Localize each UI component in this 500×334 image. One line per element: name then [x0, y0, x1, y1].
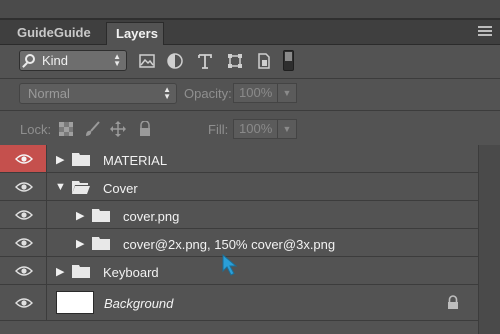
collapse-triangle-icon[interactable]: ▼	[55, 181, 66, 193]
eye-icon	[15, 209, 33, 220]
smart-object-filter-icon[interactable]	[255, 52, 273, 70]
layer-name: Cover	[103, 181, 138, 196]
select-arrows-icon: ▲ ▼	[163, 85, 171, 101]
fill-label: Fill:	[208, 122, 229, 137]
filter-toggle-switch[interactable]	[283, 50, 294, 71]
fill-dropdown-button[interactable]: ▼	[277, 119, 297, 139]
adjustment-filter-icon[interactable]	[166, 52, 184, 70]
layer-name: cover@2x.png, 150% cover@3x.png	[123, 237, 336, 252]
expand-triangle-icon[interactable]: ▶	[56, 265, 64, 278]
folder-icon	[72, 152, 90, 166]
kind-filter-select[interactable]: Kind ▲ ▼	[19, 50, 127, 71]
layer-name: MATERIAL	[103, 153, 168, 168]
layer-row-cover[interactable]: ▼ Cover	[0, 173, 478, 201]
open-folder-icon	[72, 180, 90, 194]
layer-row-material[interactable]: ▶ MATERIAL	[0, 145, 478, 173]
lock-all-icon[interactable]	[137, 120, 153, 137]
lock-paint-icon[interactable]	[84, 121, 100, 137]
visibility-toggle[interactable]	[0, 229, 47, 256]
layer-thumbnail	[56, 291, 94, 314]
blend-mode-select[interactable]: Normal ▲ ▼	[19, 83, 177, 104]
opacity-field[interactable]: 100%	[233, 83, 278, 103]
visibility-toggle[interactable]	[0, 173, 47, 200]
expand-triangle-icon[interactable]: ▶	[76, 237, 84, 250]
lock-label: Lock:	[20, 122, 52, 137]
lock-position-icon[interactable]	[110, 121, 126, 137]
blend-mode-value: Normal	[28, 86, 70, 101]
image-filter-icon[interactable]	[138, 52, 156, 70]
eye-icon	[15, 237, 33, 248]
eye-icon	[15, 265, 33, 276]
opacity-label: Opacity:	[184, 86, 232, 101]
padlock-icon	[446, 295, 460, 310]
tab-guideguide[interactable]: GuideGuide	[8, 22, 106, 45]
layers-scrollbar[interactable]	[478, 145, 500, 334]
layers-list: ▶ MATERIAL ▼ Cover ▶ cover.png ▶ cover@2…	[0, 145, 478, 334]
visibility-toggle[interactable]	[0, 257, 47, 284]
panel-menu-icon[interactable]	[478, 26, 492, 38]
blend-options-bar: Normal ▲ ▼ Opacity: 100% ▼	[0, 79, 500, 108]
eye-icon	[15, 153, 33, 164]
expand-triangle-icon[interactable]: ▶	[76, 209, 84, 222]
layer-row-background[interactable]: Background	[0, 285, 478, 321]
layer-name: cover.png	[123, 209, 180, 224]
eye-icon	[15, 181, 33, 192]
type-filter-icon[interactable]	[196, 52, 214, 70]
kind-filter-label: Kind	[42, 53, 69, 68]
layer-row-cover-2x[interactable]: ▶ cover@2x.png, 150% cover@3x.png	[0, 229, 478, 257]
opacity-dropdown-button[interactable]: ▼	[277, 83, 297, 103]
layer-filter-bar: Kind ▲ ▼	[0, 45, 500, 77]
tab-layers[interactable]: Layers	[106, 22, 164, 45]
fill-field[interactable]: 100%	[233, 119, 278, 139]
divider	[0, 110, 500, 111]
lock-transparency-icon[interactable]	[58, 121, 74, 137]
panel-top-strip	[0, 0, 500, 20]
panel-tab-bar: GuideGuide Layers	[0, 20, 500, 45]
folder-icon	[92, 208, 110, 222]
select-arrows-icon: ▲ ▼	[113, 52, 121, 68]
mouse-cursor-icon	[222, 253, 240, 276]
layer-name: Keyboard	[103, 265, 159, 280]
visibility-toggle[interactable]	[0, 285, 47, 320]
folder-icon	[92, 236, 110, 250]
folder-icon	[72, 264, 90, 278]
shape-filter-icon[interactable]	[226, 52, 244, 70]
lock-options-bar: Lock: Fill: 100% ▼	[0, 112, 500, 144]
visibility-toggle[interactable]	[0, 145, 47, 172]
layer-row-cover-png[interactable]: ▶ cover.png	[0, 201, 478, 229]
visibility-toggle[interactable]	[0, 201, 47, 228]
search-icon	[25, 54, 35, 64]
eye-icon	[15, 297, 33, 308]
layer-name: Background	[104, 296, 174, 311]
expand-triangle-icon[interactable]: ▶	[56, 153, 64, 166]
